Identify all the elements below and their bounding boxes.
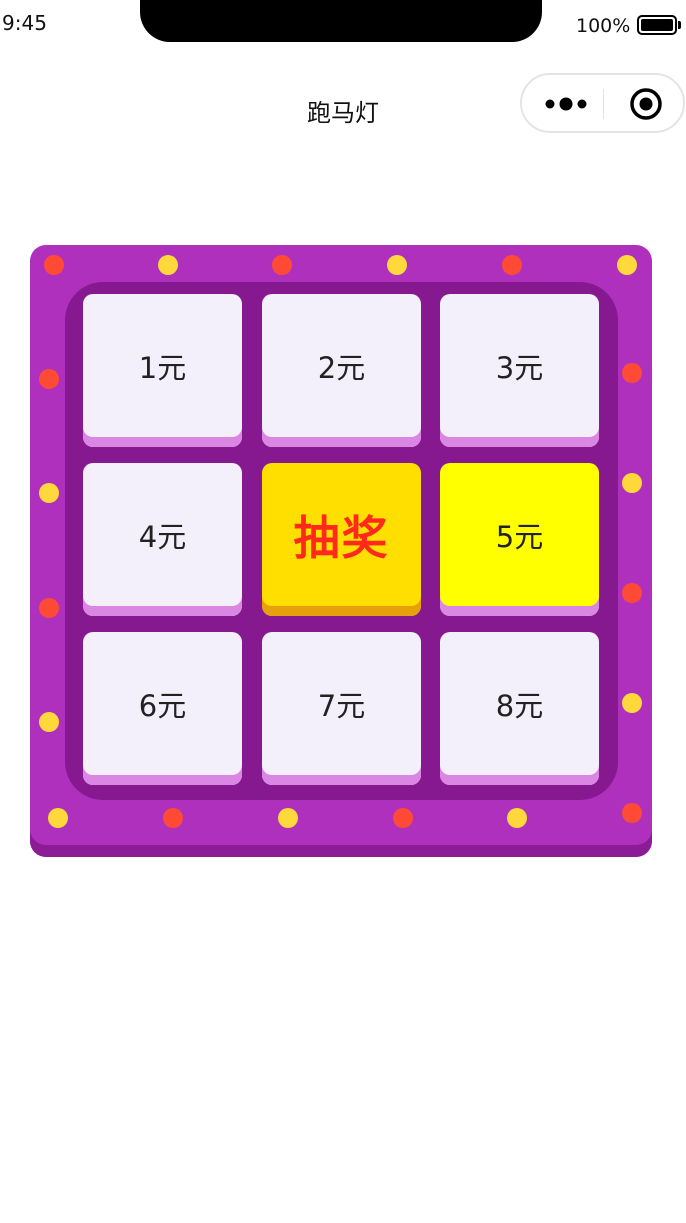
more-dots-icon[interactable] bbox=[544, 97, 588, 111]
prize-cell-5[interactable]: 5元 bbox=[440, 463, 599, 616]
mini-program-capsule bbox=[520, 73, 685, 133]
capsule-divider bbox=[603, 89, 604, 119]
prize-cell-2[interactable]: 2元 bbox=[262, 294, 421, 447]
marquee-light bbox=[39, 483, 59, 503]
marquee-light bbox=[163, 808, 183, 828]
prize-cell-7[interactable]: 7元 bbox=[262, 632, 421, 785]
marquee-light bbox=[507, 808, 527, 828]
marquee-light bbox=[39, 712, 59, 732]
marquee-light bbox=[44, 255, 64, 275]
marquee-light bbox=[272, 255, 292, 275]
marquee-light bbox=[278, 808, 298, 828]
marquee-light bbox=[622, 363, 642, 383]
prize-cell-6[interactable]: 6元 bbox=[83, 632, 242, 785]
battery-percentage: 100% bbox=[576, 15, 631, 37]
marquee-light bbox=[387, 255, 407, 275]
marquee-light bbox=[48, 808, 68, 828]
prize-cell-4[interactable]: 4元 bbox=[83, 463, 242, 616]
draw-button[interactable]: 抽奖 bbox=[262, 463, 421, 616]
marquee-light bbox=[39, 598, 59, 618]
marquee-light bbox=[39, 369, 59, 389]
marquee-light bbox=[622, 583, 642, 603]
marquee-light bbox=[622, 473, 642, 493]
marquee-light bbox=[393, 808, 413, 828]
status-time: 9:45 bbox=[2, 11, 47, 35]
battery-icon bbox=[637, 15, 677, 35]
marquee-light bbox=[617, 255, 637, 275]
marquee-light bbox=[502, 255, 522, 275]
prize-cell-8[interactable]: 8元 bbox=[440, 632, 599, 785]
lottery-board: 1元 2元 3元 4元 抽奖 5元 6元 7元 8元 bbox=[30, 245, 652, 857]
battery-tip bbox=[678, 21, 681, 29]
prize-grid: 1元 2元 3元 4元 抽奖 5元 6元 7元 8元 bbox=[65, 282, 618, 800]
camera-notch bbox=[140, 0, 542, 42]
marquee-light bbox=[158, 255, 178, 275]
marquee-light bbox=[622, 803, 642, 823]
prize-cell-1[interactable]: 1元 bbox=[83, 294, 242, 447]
prize-cell-3[interactable]: 3元 bbox=[440, 294, 599, 447]
target-close-icon[interactable] bbox=[629, 87, 663, 121]
marquee-light bbox=[622, 693, 642, 713]
